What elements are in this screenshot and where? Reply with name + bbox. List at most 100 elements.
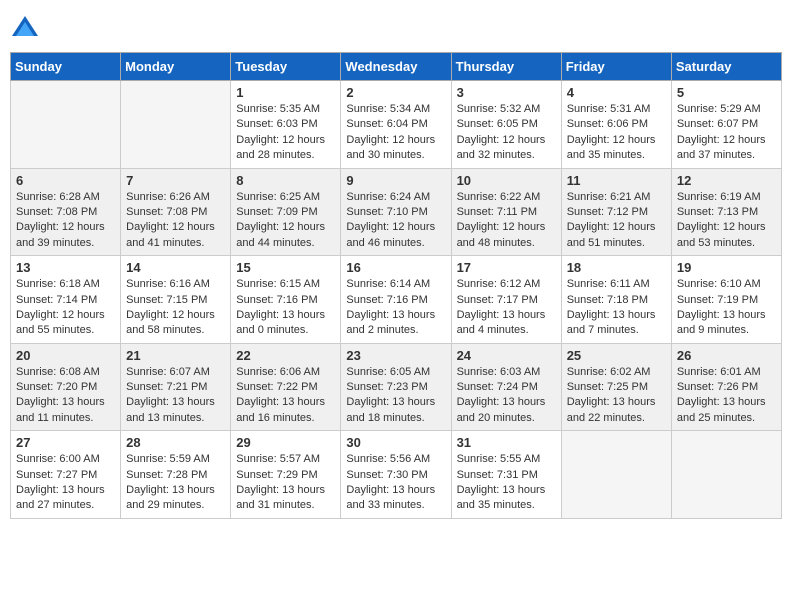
day-number: 8 bbox=[236, 173, 335, 188]
calendar-cell: 23 Sunrise: 6:05 AMSunset: 7:23 PMDayligh… bbox=[341, 343, 451, 431]
day-info: Sunrise: 6:21 AMSunset: 7:12 PMDaylight:… bbox=[567, 190, 666, 252]
day-number: 20 bbox=[16, 348, 115, 363]
calendar-cell: 25 Sunrise: 6:02 AMSunset: 7:25 PMDayligh… bbox=[561, 343, 671, 431]
calendar-cell: 26 Sunrise: 6:01 AMSunset: 7:26 PMDayligh… bbox=[671, 343, 781, 431]
day-number: 29 bbox=[236, 435, 335, 450]
day-number: 24 bbox=[457, 348, 556, 363]
header-sunday: Sunday bbox=[11, 53, 121, 81]
day-info: Sunrise: 6:25 AMSunset: 7:09 PMDaylight:… bbox=[236, 190, 335, 252]
day-number: 6 bbox=[16, 173, 115, 188]
header-monday: Monday bbox=[121, 53, 231, 81]
calendar-cell: 31Sunrise: 5:55 AMSunset: 7:31 PMDayligh… bbox=[451, 431, 561, 519]
day-info: Sunrise: 6:16 AMSunset: 7:15 PMDaylight:… bbox=[126, 277, 225, 339]
day-number: 18 bbox=[567, 260, 666, 275]
day-info: Sunrise: 5:29 AMSunset: 6:07 PMDaylight:… bbox=[677, 102, 776, 164]
calendar-cell: 5 Sunrise: 5:29 AMSunset: 6:07 PMDaylight… bbox=[671, 81, 781, 169]
day-number: 19 bbox=[677, 260, 776, 275]
day-info: Sunrise: 6:12 AMSunset: 7:17 PMDaylight:… bbox=[457, 277, 556, 339]
day-info: Sunrise: 6:00 AMSunset: 7:27 PMDaylight:… bbox=[16, 452, 115, 514]
day-number: 16 bbox=[346, 260, 445, 275]
day-info: Sunrise: 6:03 AMSunset: 7:24 PMDaylight:… bbox=[457, 365, 556, 427]
day-info: Sunrise: 6:24 AMSunset: 7:10 PMDaylight:… bbox=[346, 190, 445, 252]
day-number: 7 bbox=[126, 173, 225, 188]
day-info: Sunrise: 6:18 AMSunset: 7:14 PMDaylight:… bbox=[16, 277, 115, 339]
day-info: Sunrise: 6:14 AMSunset: 7:16 PMDaylight:… bbox=[346, 277, 445, 339]
calendar-cell: 2 Sunrise: 5:34 AMSunset: 6:04 PMDaylight… bbox=[341, 81, 451, 169]
day-number: 3 bbox=[457, 85, 556, 100]
calendar-cell: 13 Sunrise: 6:18 AMSunset: 7:14 PMDayligh… bbox=[11, 256, 121, 344]
day-number: 27 bbox=[16, 435, 115, 450]
day-info: Sunrise: 6:15 AMSunset: 7:16 PMDaylight:… bbox=[236, 277, 335, 339]
calendar-cell: 18 Sunrise: 6:11 AMSunset: 7:18 PMDayligh… bbox=[561, 256, 671, 344]
day-info: Sunrise: 5:35 AMSunset: 6:03 PMDaylight:… bbox=[236, 102, 335, 164]
calendar-cell bbox=[671, 431, 781, 519]
calendar-cell: 15 Sunrise: 6:15 AMSunset: 7:16 PMDayligh… bbox=[231, 256, 341, 344]
day-info: Sunrise: 6:07 AMSunset: 7:21 PMDaylight:… bbox=[126, 365, 225, 427]
day-number: 12 bbox=[677, 173, 776, 188]
calendar-cell: 19 Sunrise: 6:10 AMSunset: 7:19 PMDayligh… bbox=[671, 256, 781, 344]
calendar-cell: 12Sunrise: 6:19 AMSunset: 7:13 PMDayligh… bbox=[671, 168, 781, 256]
calendar-cell: 24 Sunrise: 6:03 AMSunset: 7:24 PMDayligh… bbox=[451, 343, 561, 431]
calendar-cell: 21 Sunrise: 6:07 AMSunset: 7:21 PMDayligh… bbox=[121, 343, 231, 431]
day-number: 28 bbox=[126, 435, 225, 450]
calendar-cell: 22 Sunrise: 6:06 AMSunset: 7:22 PMDayligh… bbox=[231, 343, 341, 431]
calendar-cell: 30Sunrise: 5:56 AMSunset: 7:30 PMDayligh… bbox=[341, 431, 451, 519]
calendar-cell: 10Sunrise: 6:22 AMSunset: 7:11 PMDayligh… bbox=[451, 168, 561, 256]
calendar-cell: 14Sunrise: 6:16 AMSunset: 7:15 PMDayligh… bbox=[121, 256, 231, 344]
calendar-cell: 9 Sunrise: 6:24 AMSunset: 7:10 PMDaylight… bbox=[341, 168, 451, 256]
day-info: Sunrise: 5:31 AMSunset: 6:06 PMDaylight:… bbox=[567, 102, 666, 164]
day-number: 13 bbox=[16, 260, 115, 275]
day-info: Sunrise: 5:32 AMSunset: 6:05 PMDaylight:… bbox=[457, 102, 556, 164]
calendar-header-row: SundayMondayTuesdayWednesdayThursdayFrid… bbox=[11, 53, 782, 81]
calendar-cell bbox=[121, 81, 231, 169]
day-number: 25 bbox=[567, 348, 666, 363]
header-wednesday: Wednesday bbox=[341, 53, 451, 81]
logo-icon bbox=[10, 14, 40, 44]
header-thursday: Thursday bbox=[451, 53, 561, 81]
day-info: Sunrise: 6:01 AMSunset: 7:26 PMDaylight:… bbox=[677, 365, 776, 427]
calendar-cell: 3 Sunrise: 5:32 AMSunset: 6:05 PMDaylight… bbox=[451, 81, 561, 169]
header-friday: Friday bbox=[561, 53, 671, 81]
calendar-cell bbox=[561, 431, 671, 519]
page-header bbox=[10, 10, 782, 44]
calendar-cell: 11Sunrise: 6:21 AMSunset: 7:12 PMDayligh… bbox=[561, 168, 671, 256]
day-number: 23 bbox=[346, 348, 445, 363]
day-info: Sunrise: 5:34 AMSunset: 6:04 PMDaylight:… bbox=[346, 102, 445, 164]
calendar-cell: 27 Sunrise: 6:00 AMSunset: 7:27 PMDayligh… bbox=[11, 431, 121, 519]
calendar-cell: 1 Sunrise: 5:35 AMSunset: 6:03 PMDaylight… bbox=[231, 81, 341, 169]
calendar-cell: 20Sunrise: 6:08 AMSunset: 7:20 PMDayligh… bbox=[11, 343, 121, 431]
day-number: 17 bbox=[457, 260, 556, 275]
day-number: 31 bbox=[457, 435, 556, 450]
calendar-cell: 7 Sunrise: 6:26 AMSunset: 7:08 PMDaylight… bbox=[121, 168, 231, 256]
day-info: Sunrise: 5:59 AMSunset: 7:28 PMDaylight:… bbox=[126, 452, 225, 514]
calendar-cell: 28 Sunrise: 5:59 AMSunset: 7:28 PMDayligh… bbox=[121, 431, 231, 519]
calendar-table: SundayMondayTuesdayWednesdayThursdayFrid… bbox=[10, 52, 782, 519]
day-number: 5 bbox=[677, 85, 776, 100]
calendar-week-row: 6 Sunrise: 6:28 AMSunset: 7:08 PMDaylight… bbox=[11, 168, 782, 256]
day-number: 15 bbox=[236, 260, 335, 275]
day-info: Sunrise: 6:02 AMSunset: 7:25 PMDaylight:… bbox=[567, 365, 666, 427]
day-info: Sunrise: 6:10 AMSunset: 7:19 PMDaylight:… bbox=[677, 277, 776, 339]
calendar-cell: 8 Sunrise: 6:25 AMSunset: 7:09 PMDaylight… bbox=[231, 168, 341, 256]
calendar-cell: 29 Sunrise: 5:57 AMSunset: 7:29 PMDayligh… bbox=[231, 431, 341, 519]
day-number: 26 bbox=[677, 348, 776, 363]
day-info: Sunrise: 6:26 AMSunset: 7:08 PMDaylight:… bbox=[126, 190, 225, 252]
day-number: 9 bbox=[346, 173, 445, 188]
day-info: Sunrise: 6:11 AMSunset: 7:18 PMDaylight:… bbox=[567, 277, 666, 339]
calendar-cell: 4 Sunrise: 5:31 AMSunset: 6:06 PMDaylight… bbox=[561, 81, 671, 169]
day-info: Sunrise: 6:05 AMSunset: 7:23 PMDaylight:… bbox=[346, 365, 445, 427]
logo bbox=[10, 14, 44, 44]
calendar-week-row: 13 Sunrise: 6:18 AMSunset: 7:14 PMDayligh… bbox=[11, 256, 782, 344]
calendar-week-row: 27 Sunrise: 6:00 AMSunset: 7:27 PMDayligh… bbox=[11, 431, 782, 519]
day-number: 2 bbox=[346, 85, 445, 100]
day-info: Sunrise: 5:57 AMSunset: 7:29 PMDaylight:… bbox=[236, 452, 335, 514]
day-number: 1 bbox=[236, 85, 335, 100]
day-number: 22 bbox=[236, 348, 335, 363]
day-number: 4 bbox=[567, 85, 666, 100]
header-tuesday: Tuesday bbox=[231, 53, 341, 81]
day-number: 21 bbox=[126, 348, 225, 363]
day-info: Sunrise: 6:06 AMSunset: 7:22 PMDaylight:… bbox=[236, 365, 335, 427]
calendar-cell bbox=[11, 81, 121, 169]
calendar-cell: 16 Sunrise: 6:14 AMSunset: 7:16 PMDayligh… bbox=[341, 256, 451, 344]
day-info: Sunrise: 6:28 AMSunset: 7:08 PMDaylight:… bbox=[16, 190, 115, 252]
